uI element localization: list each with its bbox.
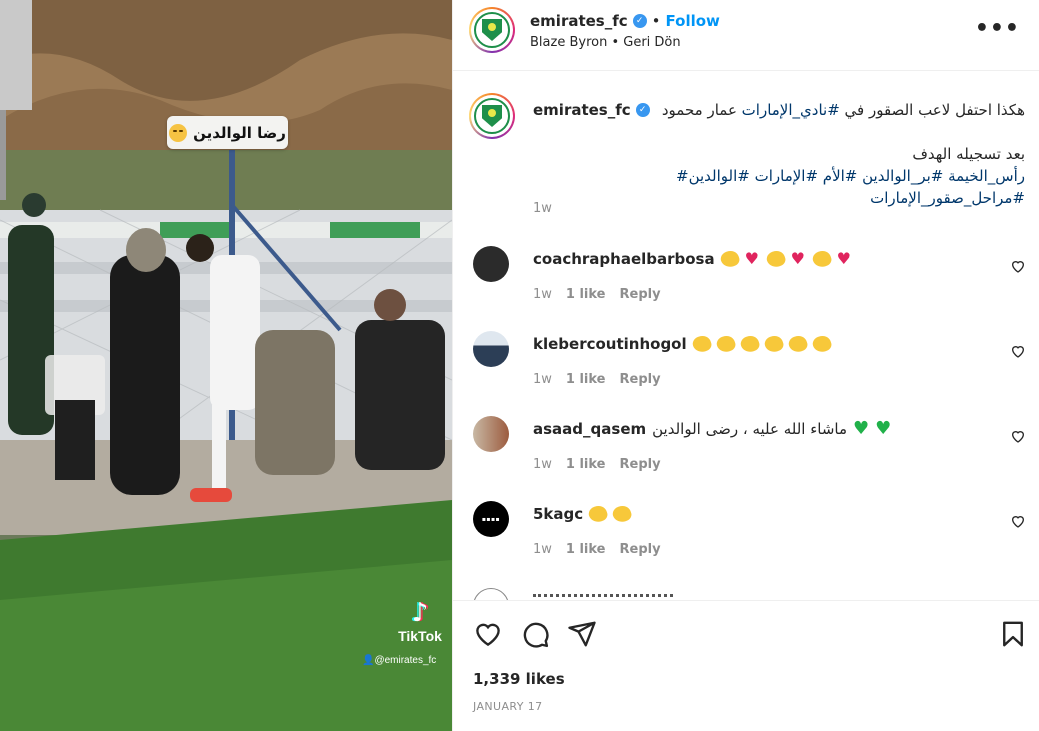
commenter-avatar[interactable] [473, 416, 509, 452]
green-heart-icon: ♥ [875, 418, 892, 439]
comment-username[interactable]: 5kagc [533, 505, 583, 523]
caption-timestamp[interactable]: 1w [533, 201, 552, 216]
like-comment-icon[interactable] [1010, 258, 1026, 274]
clapping-hands-icon [762, 333, 785, 355]
avatar-logo-mark: ▪▪▪▪ [481, 515, 501, 523]
comment-username[interactable]: klebercoutinhogol [533, 335, 687, 353]
post-date: JANUARY 17 [473, 700, 543, 713]
clapping-hands-icon [786, 333, 809, 355]
like-comment-icon[interactable] [1010, 428, 1026, 444]
caption-hashtags-line-4[interactable]: #مراحل_صقور_الإمارات [533, 187, 1025, 209]
post-header: emirates_fc ✓ • Follow Blaze Byron • Ger… [453, 0, 1039, 71]
verified-badge-icon: ✓ [635, 103, 650, 117]
clapping-hands-icon [718, 248, 741, 270]
tiktok-watermark: ♪ TikTok [392, 598, 448, 644]
clapping-hands-icon [714, 333, 737, 355]
comment-likes[interactable]: 1 like [566, 542, 606, 557]
reply-button[interactable]: Reply [620, 287, 661, 302]
comment-text: ماشاء الله عليه ، رضى الوالدين [652, 420, 848, 438]
user-icon: 👤 [362, 655, 375, 666]
like-heart-icon[interactable] [473, 619, 503, 649]
follow-button[interactable]: Follow [666, 12, 720, 30]
red-heart-icon: ♥ [836, 249, 851, 268]
commenter-avatar[interactable] [473, 331, 509, 367]
clapping-hands-icon [586, 503, 610, 525]
caption-avatar[interactable] [469, 93, 515, 139]
like-comment-icon[interactable] [1010, 513, 1026, 529]
comment-likes[interactable]: 1 like [566, 457, 606, 472]
tiktok-handle: 👤@emirates_fc [362, 655, 436, 666]
tiktok-handle-text: @emirates_fc [374, 655, 437, 666]
comment-item: coachraphaelbarbosa ♥ ♥ ♥ 1w 1 like Repl… [453, 232, 1039, 317]
reply-button[interactable]: Reply [620, 542, 661, 557]
commenter-avatar[interactable]: ▪▪▪▪ [473, 501, 509, 537]
bookmark-icon[interactable] [998, 619, 1028, 649]
video-text-overlay: رضا الوالدين [167, 116, 288, 149]
red-heart-icon: ♥ [790, 249, 805, 268]
header-username[interactable]: emirates_fc [530, 12, 628, 30]
comment-item: asaad_qasem ماشاء الله عليه ، رضى الوالد… [453, 402, 1039, 487]
comment-time: 1w [533, 372, 552, 387]
clapping-hands-icon [690, 333, 713, 355]
comment-time: 1w [533, 287, 552, 302]
clapping-hands-icon [610, 503, 634, 525]
tiktok-icon: ♪ [411, 598, 429, 628]
reply-button[interactable]: Reply [620, 372, 661, 387]
post-actions: 1,339 likes JANUARY 17 [453, 600, 1039, 731]
club-logo-icon [482, 19, 502, 41]
clapping-hands-icon [764, 248, 787, 270]
red-heart-icon: ♥ [744, 249, 759, 268]
comment-likes[interactable]: 1 like [566, 287, 606, 302]
caption-user-row: emirates_fc ✓ [533, 101, 650, 119]
post-details-panel: emirates_fc ✓ • Follow Blaze Byron • Ger… [452, 0, 1039, 731]
comment-time: 1w [533, 457, 552, 472]
comment-username[interactable]: coachraphaelbarbosa [533, 250, 715, 268]
audio-subtitle[interactable]: Blaze Byron • Geri Dön [530, 35, 681, 50]
crying-face-icon [169, 123, 188, 142]
comments-list[interactable]: coachraphaelbarbosa ♥ ♥ ♥ 1w 1 like Repl… [453, 232, 1039, 600]
caption-username[interactable]: emirates_fc [533, 101, 631, 119]
club-logo-icon [482, 105, 502, 127]
post-media[interactable]: رضا الوالدين ♪ TikTok 👤@emirates_fc [0, 0, 452, 731]
comment-icon[interactable] [520, 619, 550, 649]
commenter-avatar [473, 588, 509, 600]
overlay-text: رضا الوالدين [193, 123, 286, 142]
hashtag-link[interactable]: #نادي_الإمارات [742, 101, 840, 119]
comment-item: ▪▪▪▪ 5kagc 1w 1 like Reply [453, 487, 1039, 572]
more-options-button[interactable]: ••• [975, 16, 1020, 41]
commenter-avatar[interactable] [473, 246, 509, 282]
profile-avatar[interactable] [469, 7, 515, 53]
comment-time: 1w [533, 542, 552, 557]
caption-line-2: بعد تسجيله الهدف [912, 145, 1025, 163]
caption-hashtags-line-3[interactable]: رأس_الخيمة #بر_الوالدين #الأم #الإمارات … [533, 165, 1025, 187]
verified-badge-icon: ✓ [632, 14, 647, 28]
comment-item: klebercoutinhogol 1w 1 like Reply [453, 317, 1039, 402]
video-frame [0, 0, 452, 731]
separator-dot: • [651, 12, 661, 30]
clapping-hands-icon [738, 333, 761, 355]
like-comment-icon[interactable] [1010, 343, 1026, 359]
tiktok-name: TikTok [398, 628, 442, 644]
clapping-hands-icon [810, 248, 833, 270]
next-comment-partial [473, 586, 673, 600]
clapping-hands-icon [810, 333, 833, 355]
comment-likes[interactable]: 1 like [566, 372, 606, 387]
reply-button[interactable]: Reply [620, 457, 661, 472]
share-icon[interactable] [567, 619, 597, 649]
likes-count[interactable]: 1,339 likes [473, 670, 565, 688]
green-heart-icon: ♥ [853, 418, 870, 439]
header-user-row: emirates_fc ✓ • Follow [530, 12, 720, 30]
comment-username[interactable]: asaad_qasem [533, 420, 646, 438]
